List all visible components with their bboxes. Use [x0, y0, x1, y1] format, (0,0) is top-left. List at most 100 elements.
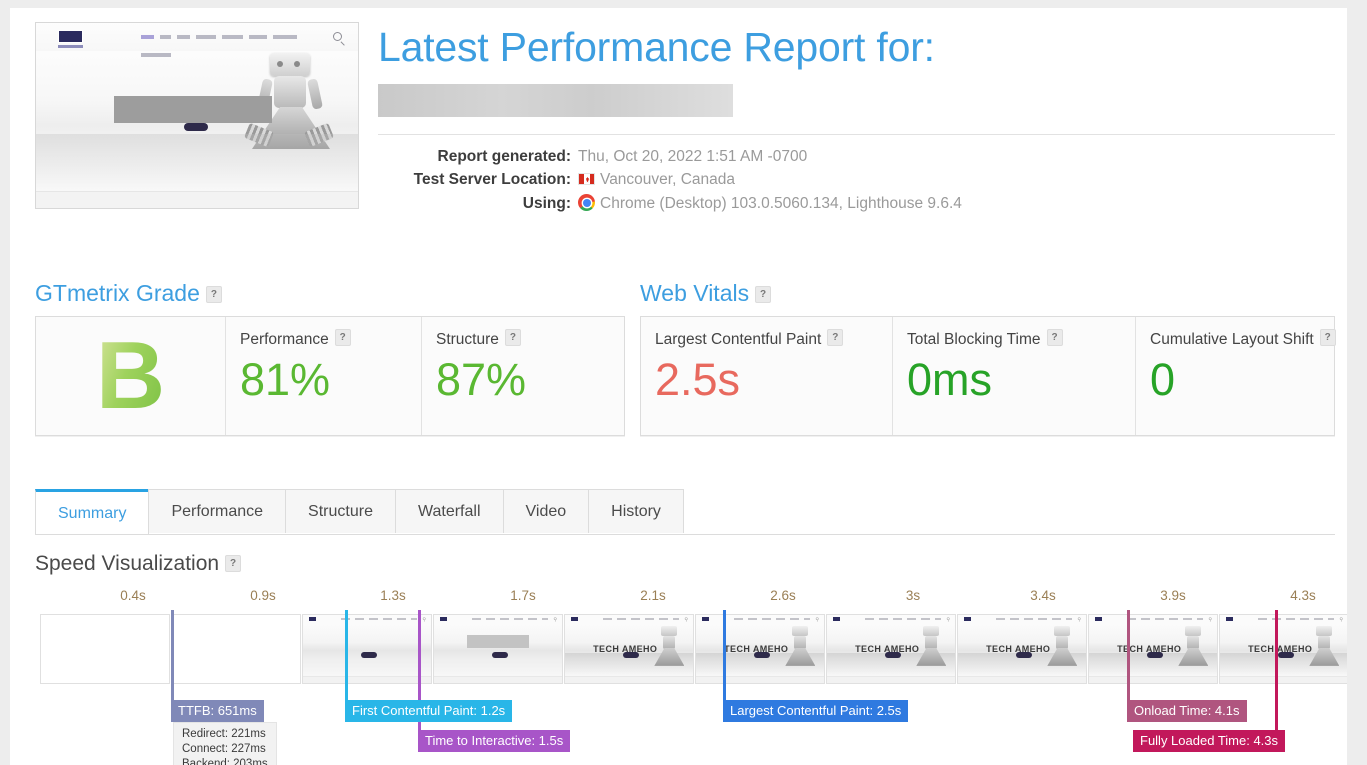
search-icon: ⚲ [1208, 617, 1212, 623]
filmstrip-frame[interactable]: ⚲ TECH AMEHO [1088, 614, 1218, 684]
site-logo-icon [1095, 617, 1102, 621]
frame-cta-button [753, 652, 770, 659]
frame-menu [865, 618, 941, 620]
timeline-tick: 1.3s [380, 588, 406, 603]
marker-line-fully-loaded-time [1275, 610, 1278, 750]
card-label: Total Blocking Time? [907, 329, 1121, 349]
timeline-tick: 4.3s [1290, 588, 1316, 603]
frame-cta-button [491, 652, 508, 659]
frame-footer [565, 676, 693, 683]
card-label: Performance? [240, 329, 407, 349]
card-label: Structure? [436, 329, 608, 349]
meta-row-report-generated: Report generated: Thu, Oct 20, 2022 1:51… [378, 148, 1335, 166]
filmstrip-frame[interactable]: ⚲ TECH AMEHO [564, 614, 694, 684]
structure-score-value: 87% [436, 354, 527, 405]
filmstrip-frame[interactable]: ⚲ TECH AMEHO [957, 614, 1087, 684]
redacted-url [378, 84, 733, 117]
timeline-tick: 3.9s [1160, 588, 1186, 603]
tab-structure[interactable]: Structure [285, 489, 396, 533]
filmstrip-frame[interactable]: ⚲ TECH AMEHO [1219, 614, 1347, 684]
site-logo-icon [833, 617, 840, 621]
thumbnail-image [36, 23, 358, 208]
frame-menu [1127, 618, 1203, 620]
filmstrip-frame[interactable]: ⚲ [302, 614, 432, 684]
ttfb-breakdown-item: Backend: 203ms [182, 758, 268, 765]
filmstrip-frame[interactable]: ⚲ TECH AMEHO [695, 614, 825, 684]
site-screenshot-thumbnail[interactable] [35, 22, 359, 209]
redacted-headline-bar [467, 635, 529, 649]
thumbnail-navbar [36, 23, 358, 57]
frame-footer [1089, 676, 1217, 683]
tab-history[interactable]: History [588, 489, 684, 533]
performance-score-value: 81% [240, 354, 331, 405]
card-label: Cumulative Layout Shift? [1150, 329, 1336, 349]
meta-value-wrap: Vancouver, Canada [578, 171, 735, 189]
chrome-icon [578, 194, 595, 211]
search-icon: ⚲ [815, 617, 819, 623]
frame-menu [734, 618, 810, 620]
metric-label: Total Blocking Time [907, 331, 1041, 348]
frame-navbar: ⚲ [958, 615, 1086, 624]
help-icon[interactable]: ? [225, 555, 242, 572]
help-icon[interactable]: ? [504, 329, 521, 346]
thumbnail-menu-items [141, 35, 321, 57]
filmstrip-frame[interactable] [40, 614, 170, 684]
frame-menu [996, 618, 1072, 620]
speed-visualization-title: Speed Visualization? [35, 552, 242, 576]
help-icon[interactable]: ? [1319, 329, 1336, 346]
frame-footer [696, 676, 824, 683]
header-details: Latest Performance Report for: Report ge… [378, 22, 1335, 218]
thumbnail-reflection [36, 134, 358, 192]
timeline-tick: 3s [905, 588, 921, 603]
web-vitals-title: Web Vitals? [640, 280, 1335, 307]
tab-video[interactable]: Video [502, 489, 590, 533]
tab-summary[interactable]: Summary [35, 489, 150, 534]
frame-menu [1258, 618, 1334, 620]
filmstrip-frame[interactable] [171, 614, 301, 684]
gtmetrix-grade-cards: B Performance? 81% Structure? 87% [35, 316, 625, 436]
cls-card: Cumulative Layout Shift? 0 [1136, 317, 1336, 435]
frame-navbar: ⚲ [303, 615, 431, 624]
search-icon: ⚲ [1077, 617, 1081, 623]
section-label: Web Vitals [640, 280, 750, 306]
timeline-tick: 2.1s [640, 588, 666, 603]
section-label: GTmetrix Grade [35, 280, 200, 306]
marker-label-fully-loaded-time: Fully Loaded Time: 4.3s [1133, 730, 1286, 752]
filmstrip-frame[interactable]: ⚲ [433, 614, 563, 684]
lcp-value: 2.5s [655, 354, 741, 405]
robot-illustration [653, 625, 685, 672]
frame-navbar: ⚲ [1220, 615, 1347, 624]
meta-value: Vancouver, Canada [600, 171, 736, 188]
frame-menu [603, 618, 679, 620]
site-logo-icon [571, 617, 578, 621]
report-tabs: Summary Performance Structure Waterfall Vide… [35, 489, 1335, 535]
meta-value: Thu, Oct 20, 2022 1:51 AM -0700 [578, 148, 808, 165]
frame-navbar: ⚲ [696, 615, 824, 624]
performance-score-card: Performance? 81% [226, 317, 422, 435]
help-icon[interactable]: ? [755, 286, 772, 303]
ttfb-breakdown-item: Connect: 227ms [182, 743, 266, 755]
frame-navbar: ⚲ [827, 615, 955, 624]
tab-waterfall[interactable]: Waterfall [394, 489, 504, 533]
help-icon[interactable]: ? [334, 329, 351, 346]
frame-cta-button [1146, 652, 1163, 659]
help-icon[interactable]: ? [1046, 329, 1063, 346]
filmstrip-frame[interactable]: ⚲ TECH AMEHO [826, 614, 956, 684]
redacted-headline-bar [114, 96, 272, 123]
frame-cta-button [622, 652, 639, 659]
gtmetrix-grade-panel: GTmetrix Grade? B Performance? 81% Struc… [35, 280, 625, 436]
frame-footer [827, 676, 955, 683]
report-header: Latest Performance Report for: Report ge… [35, 22, 1335, 252]
frame-image: ⚲ [303, 615, 431, 683]
canada-flag-icon [578, 173, 595, 185]
timeline-tick: 0.4s [120, 588, 146, 603]
tab-performance[interactable]: Performance [148, 489, 287, 533]
marker-label-time-to-interactive: Time to Interactive: 1.5s [418, 730, 571, 752]
help-icon[interactable]: ? [205, 286, 222, 303]
robot-illustration [784, 625, 816, 672]
ttfb-breakdown: Redirect: 221ms Connect: 227ms Backend: 20… [173, 722, 277, 765]
help-icon[interactable]: ? [827, 329, 844, 346]
frame-cta-button [1277, 652, 1294, 659]
frame-menu [341, 618, 417, 620]
meta-row-using: Using: Chrome (Desktop) 103.0.5060.134, … [378, 194, 1335, 213]
